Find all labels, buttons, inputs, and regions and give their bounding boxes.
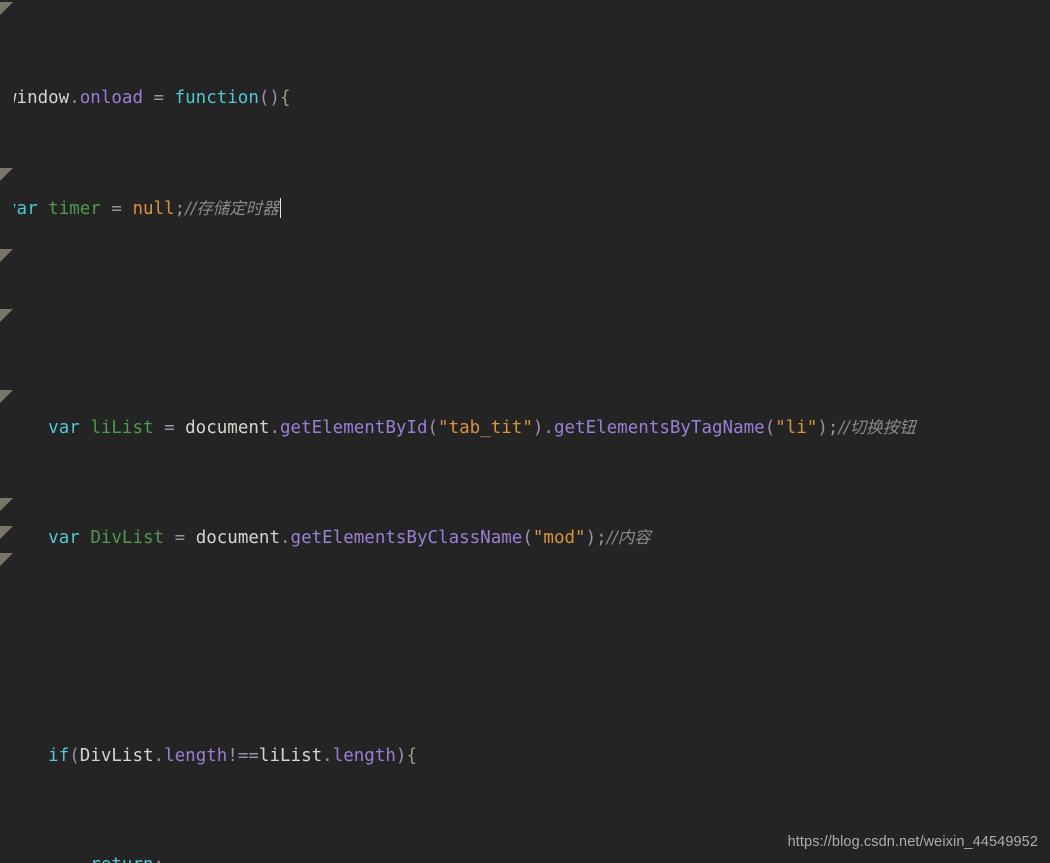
token-brace-open: { [406, 745, 417, 766]
token-var: var [48, 418, 80, 439]
token-window: window [6, 88, 70, 109]
token-dot: . [269, 418, 280, 439]
fold-triangle-icon[interactable] [0, 526, 13, 539]
token-paren-close: ) [532, 418, 544, 439]
token-semicolon: ; [154, 855, 165, 863]
comment-switch-buttons: //切换按钮 [838, 418, 916, 438]
token-semicolon: ; [174, 198, 186, 219]
token-if: if [48, 745, 70, 766]
token-string-tabtit: "tab_tit" [438, 418, 533, 439]
token-assign: = [142, 88, 175, 109]
token-paren-close: ); [817, 418, 839, 439]
code-line[interactable]: var timer = null;//存储定时器 [0, 195, 1050, 222]
comment-content: //内容 [606, 527, 651, 547]
token-paren-open: ( [69, 745, 80, 766]
token-lilist: liList [258, 745, 323, 766]
fold-triangle-icon[interactable] [0, 309, 13, 322]
token-assign: = [100, 198, 133, 219]
token-paren-close: ); [585, 527, 607, 548]
token-assign: = [153, 418, 186, 439]
editor-gutter[interactable] [0, 0, 14, 863]
code-line[interactable]: var DivList = document.getElementsByClas… [0, 524, 1050, 551]
token-neq: !== [227, 745, 259, 766]
token-getelementsbytagname: getElementsByTagName [553, 418, 765, 439]
token-paren-open: ( [427, 418, 439, 439]
text-caret [279, 197, 282, 218]
token-timer: timer [48, 198, 101, 219]
fold-triangle-icon[interactable] [0, 498, 13, 511]
fold-triangle-icon[interactable] [0, 553, 13, 566]
token-onload: onload [79, 88, 143, 109]
token-getelementbyid: getElementById [279, 418, 428, 439]
token-assign: = [164, 527, 196, 548]
token-paren-open: ( [522, 527, 533, 548]
token-paren-open: ( [764, 418, 776, 439]
comment-store-timer: //存储定时器 [185, 198, 279, 218]
token-dot: . [322, 745, 333, 766]
token-string-mod: "mod" [532, 527, 586, 548]
token-var: var [48, 527, 80, 548]
token-length: length [332, 745, 396, 766]
fold-triangle-icon[interactable] [0, 249, 13, 262]
token-return: return [90, 855, 153, 863]
token-dot: . [153, 745, 165, 766]
code-content[interactable]: window.onload = function(){ var timer = … [0, 0, 1050, 863]
csdn-watermark: https://blog.csdn.net/weixin_44549952 [787, 833, 1038, 850]
token-divlist: DivList [79, 745, 154, 766]
token-divlist: DivList [90, 527, 165, 548]
token-paren-close: ) [395, 745, 407, 766]
code-line[interactable]: if(DivList.length!==liList.length){ [0, 743, 1050, 770]
token-null: null [132, 198, 175, 219]
token-brace-open: { [279, 88, 291, 109]
code-line[interactable]: window.onload = function(){ [0, 85, 1050, 112]
fold-triangle-icon[interactable] [0, 2, 13, 15]
token-parens: () [258, 88, 280, 109]
token-function: function [174, 88, 259, 109]
token-dot: . [543, 418, 554, 439]
code-editor[interactable]: window.onload = function(){ var timer = … [0, 0, 1050, 863]
token-dot: . [279, 527, 291, 548]
token-string-li: "li" [775, 418, 818, 439]
token-dot: . [69, 88, 80, 109]
token-length: length [164, 745, 228, 766]
code-line[interactable]: var liList = document.getElementById("ta… [0, 414, 1050, 441]
token-document: document [185, 418, 270, 439]
token-document: document [195, 527, 280, 548]
token-getelementsbyclassname: getElementsByClassName [290, 527, 523, 548]
fold-triangle-icon[interactable] [0, 168, 13, 181]
token-lilist: liList [90, 418, 154, 439]
fold-triangle-icon[interactable] [0, 390, 13, 403]
